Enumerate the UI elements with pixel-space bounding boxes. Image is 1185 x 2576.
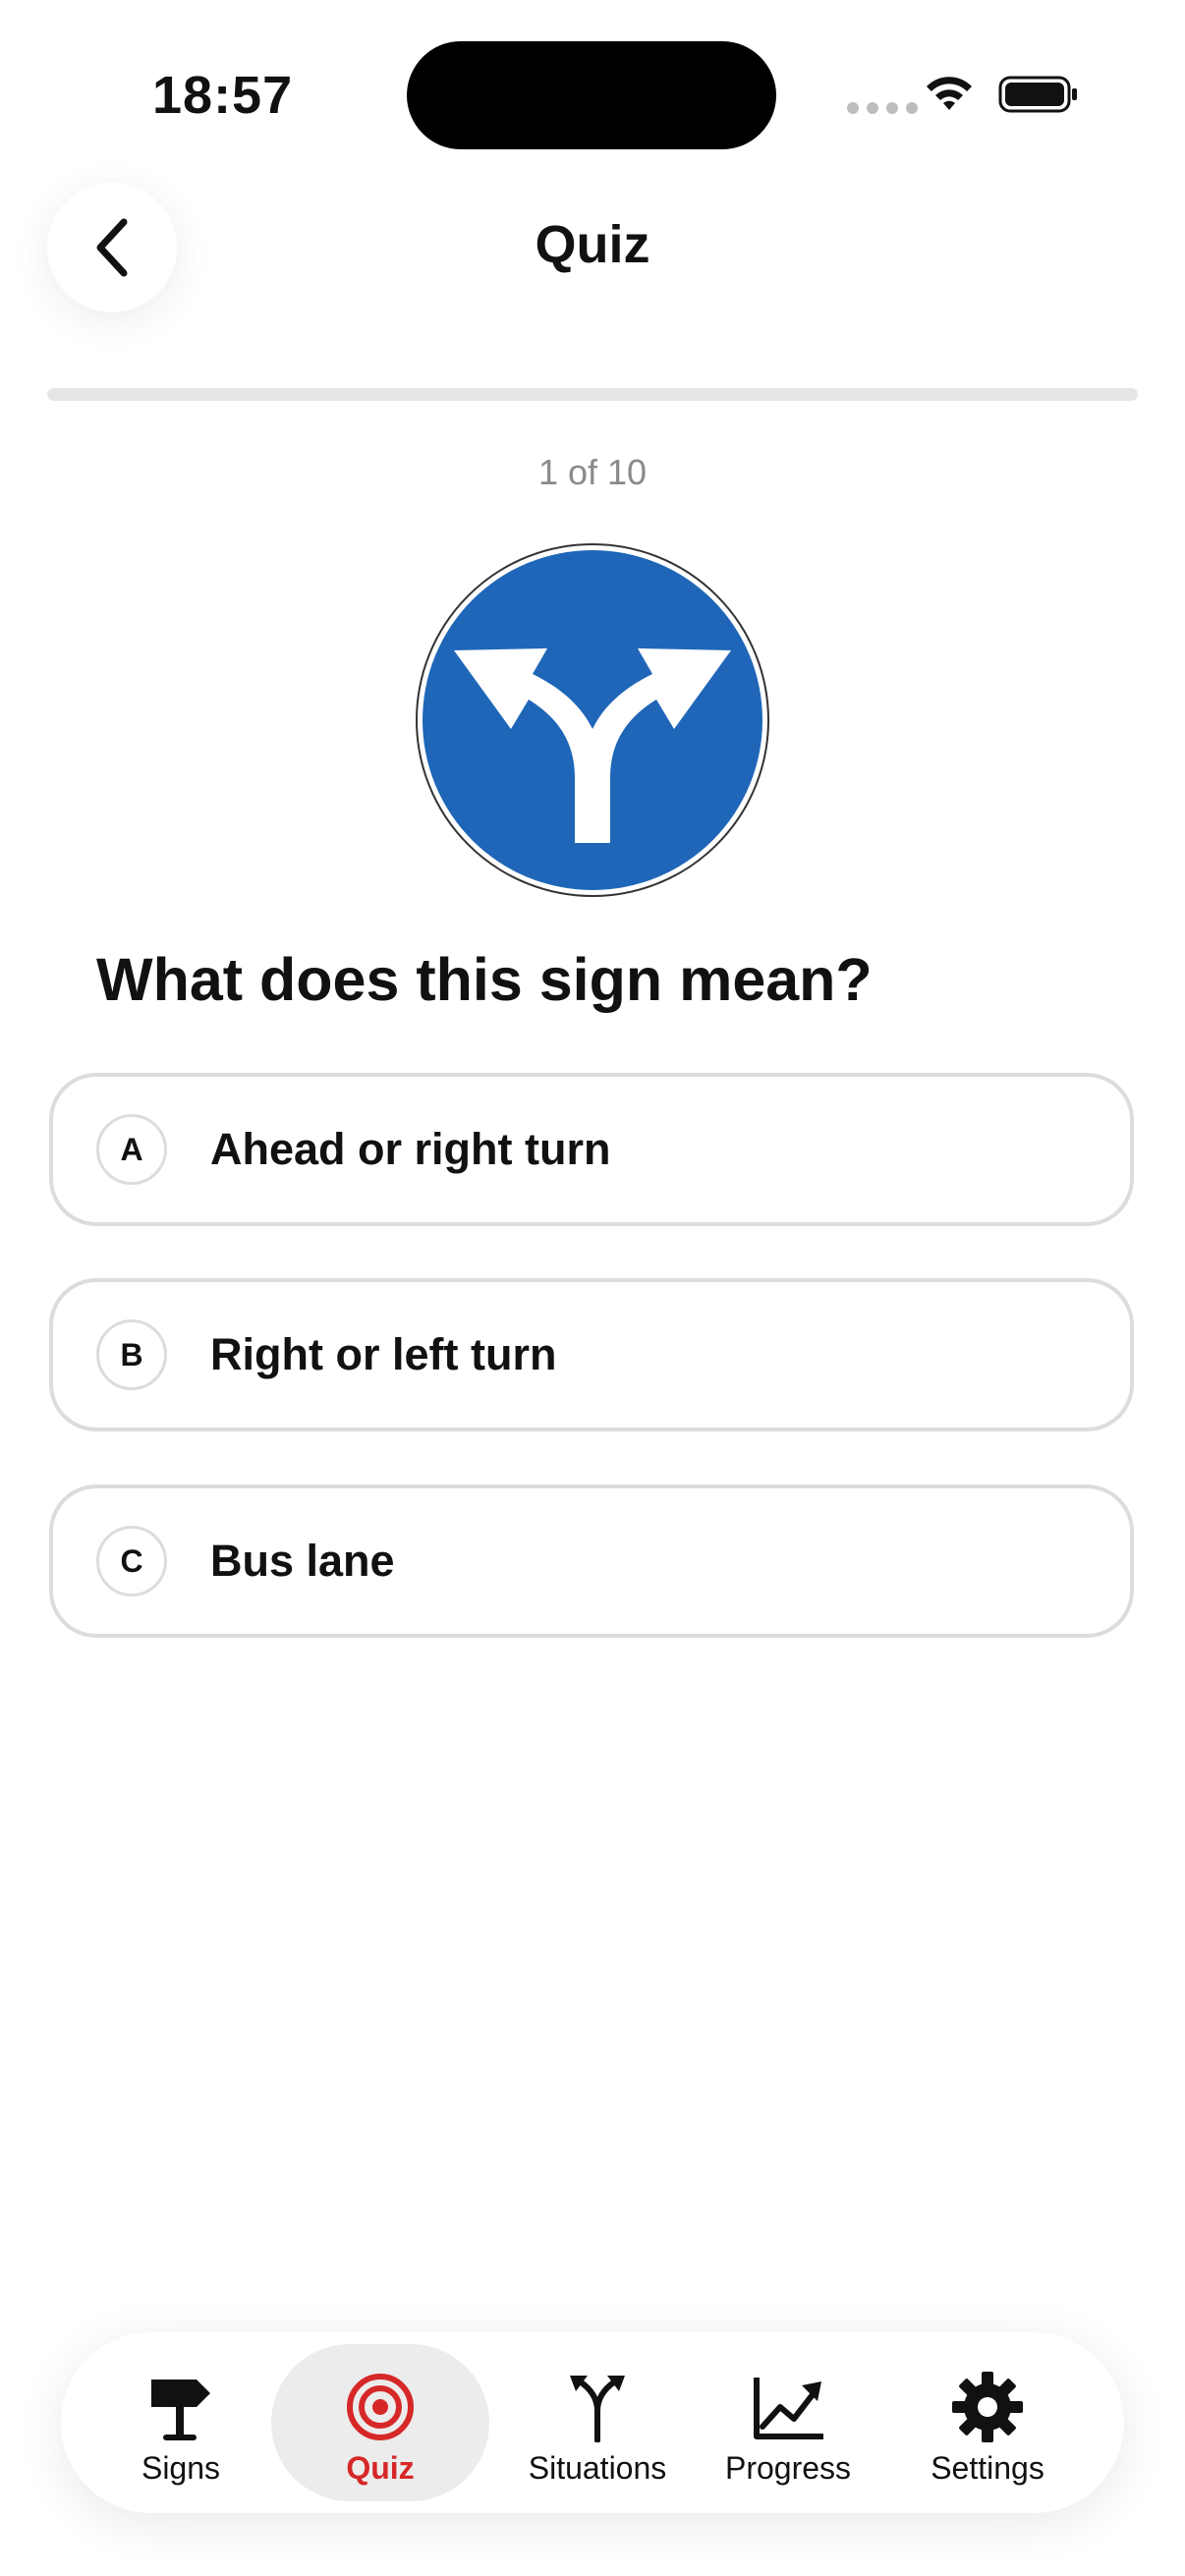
status-bar: 18:57 <box>0 0 1185 187</box>
tab-quiz[interactable]: Quiz <box>271 2332 489 2513</box>
status-time: 18:57 <box>152 66 294 125</box>
tab-situations[interactable]: Situations <box>509 2332 686 2513</box>
tab-label: Situations <box>528 2450 667 2486</box>
chart-line-icon <box>751 2370 825 2444</box>
fork-arrow-icon <box>562 2370 633 2444</box>
wifi-icon <box>927 77 972 110</box>
tab-label: Quiz <box>346 2450 415 2486</box>
option-label: Bus lane <box>210 1536 395 1586</box>
signpost-icon <box>145 2370 216 2444</box>
option-label: Ahead or right turn <box>210 1124 611 1174</box>
dynamic-island <box>407 41 776 149</box>
cellular-signal-icon <box>847 102 918 114</box>
answer-option-b[interactable]: B Right or left turn <box>49 1278 1134 1431</box>
gear-icon <box>950 2370 1025 2444</box>
answer-option-a[interactable]: A Ahead or right turn <box>49 1073 1134 1226</box>
quiz-progress-bar <box>47 388 1138 401</box>
tab-label: Settings <box>931 2450 1044 2486</box>
option-letter-badge: B <box>96 1319 167 1390</box>
tab-label: Signs <box>141 2450 221 2486</box>
tab-signs[interactable]: Signs <box>120 2332 242 2513</box>
question-text: What does this sign mean? <box>96 946 873 1013</box>
bottom-tab-bar: Signs Quiz Situations Progress Settings <box>61 2332 1124 2513</box>
tab-settings[interactable]: Settings <box>914 2332 1061 2513</box>
battery-icon <box>998 76 1077 113</box>
option-letter-badge: C <box>96 1526 167 1596</box>
option-label: Right or left turn <box>210 1329 557 1379</box>
tab-label: Progress <box>724 2450 852 2486</box>
tab-progress[interactable]: Progress <box>713 2332 863 2513</box>
page-title: Quiz <box>535 215 650 274</box>
target-icon <box>345 2370 416 2444</box>
answer-option-c[interactable]: C Bus lane <box>49 1484 1134 1638</box>
option-letter-badge: A <box>96 1114 167 1185</box>
question-counter: 1 of 10 <box>537 452 648 492</box>
road-sign-turn-left-or-right-icon <box>416 543 769 897</box>
